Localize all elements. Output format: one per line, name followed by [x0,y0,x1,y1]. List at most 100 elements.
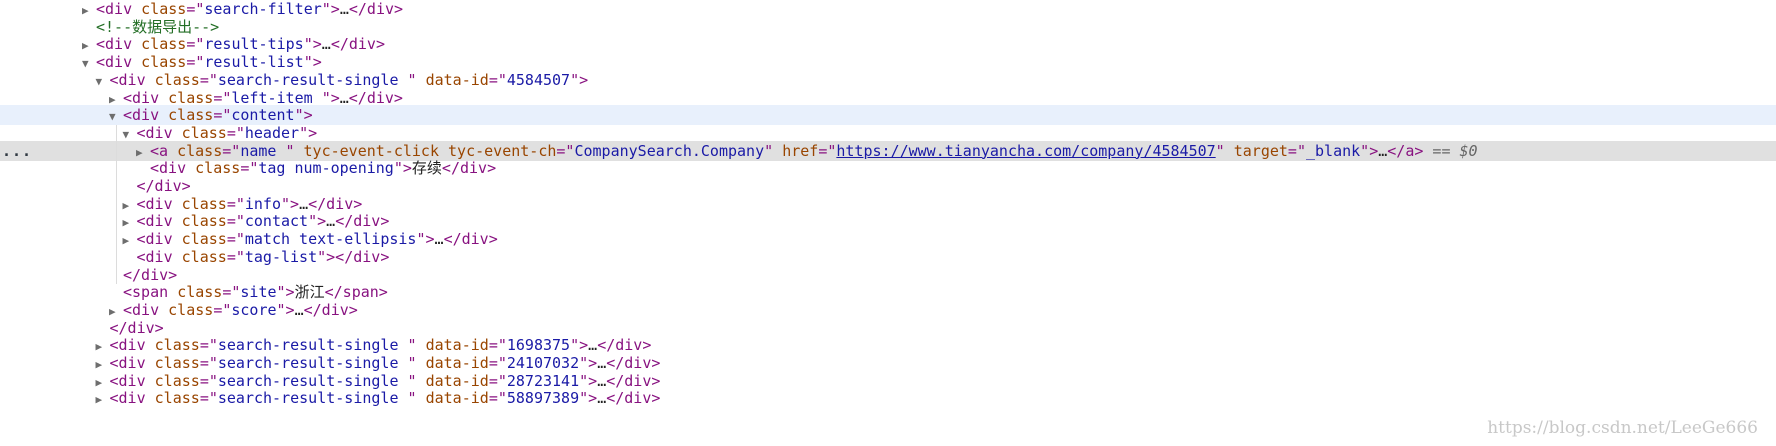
attribute-name: class [181,212,227,231]
attribute-name: class [181,123,227,142]
comment-node: <!--数据导出--> [96,17,220,36]
attribute-name: class [195,159,241,178]
tag-token: <div [109,70,155,89]
text-node: … [434,230,444,249]
tag-token: "> [299,123,318,142]
tag-token: =" [226,212,245,231]
attribute-name: data-id [425,389,489,408]
tag-token: =" [213,106,232,125]
attribute-value: tag num-opening [258,159,394,178]
tag-token: =" [818,141,837,160]
tag-token: </div> [109,318,164,337]
attribute-value: site [240,283,277,302]
tag-token: " [285,141,304,160]
attribute-value: info [244,194,281,213]
text-node: … [321,35,331,54]
attribute-name: class [168,106,214,125]
tag-token: </div> [303,300,358,319]
tag-token: =" [226,123,245,142]
tag-token: " [407,371,426,390]
text-node: … [597,371,607,390]
tag-token: <div [136,123,182,142]
text-node: … [339,0,349,18]
tag-token: =" [556,141,575,160]
watermark: https://blog.csdn.net/LeeGe666 [1487,418,1758,438]
tag-token: =" [213,300,232,319]
tag-token: <div [123,300,169,319]
tag-token: =" [186,35,205,54]
tag-token: =" [240,159,259,178]
attribute-name: class [141,35,187,54]
tag-token: </span> [324,283,388,302]
tag-token: =" [186,53,205,72]
attribute-name: data-id [425,371,489,390]
tag-token: <div [136,247,182,266]
text-node: … [1378,141,1388,160]
tag-token: "> [303,53,322,72]
tag-token: "> [303,35,322,54]
attribute-value: search-result-single [217,389,408,408]
tag-token: </div> [335,212,390,231]
tag-token: =" [199,389,218,408]
attribute-name: data-id [425,336,489,355]
tag-token: </div> [348,88,403,107]
text-node: … [597,354,607,372]
attribute-name: tyc-event-click tyc-event-ch [303,141,557,160]
tag-token: "> [294,106,313,125]
tag-token: </div> [597,336,652,355]
attribute-name: href [782,141,819,160]
attribute-value: tag-list [244,247,318,266]
expand-triangle-icon[interactable]: ▶ [96,390,110,410]
href-link[interactable]: https://www.tianyancha.com/company/45845… [836,142,1215,160]
text-node: 浙江 [294,283,325,302]
text-node: … [326,212,336,231]
tag-token: <div [96,35,142,54]
tag-token: </div> [441,159,497,178]
tag-token: <div [96,0,142,18]
tag-token: =" [226,194,245,213]
tag-token: "> [570,70,589,89]
attribute-value: result-tips [204,35,304,54]
tag-token: =" [199,354,218,372]
tag-token: "> [321,88,340,107]
tag-token: =" [222,141,241,160]
tag-token: "> [321,0,340,18]
tag-token: <div [96,53,142,72]
attribute-name: class [181,194,227,213]
attribute-name: class [168,300,214,319]
dom-node-row[interactable]: ▶ <div class="search-result-single " data… [0,388,1776,408]
tag-token: </div> [348,0,404,18]
tag-token: </div> [606,354,661,372]
attribute-name: class [154,70,200,89]
attribute-name: data-id [425,70,489,89]
attribute-name: class [177,283,223,302]
tag-token: </div> [606,389,661,408]
tag-token: =" [199,371,218,390]
tag-token: "> [393,159,412,178]
attribute-name: class [181,230,227,249]
tag-token: </div> [136,177,191,195]
text-node: 存续 [411,159,442,178]
text-node: … [597,389,607,408]
attribute-name: class [168,88,214,107]
tag-token: "> [579,371,598,390]
tag-token: <div [109,389,155,408]
tag-token: <a [150,141,178,160]
tag-token: "> [570,336,589,355]
attribute-value: search-result-single [217,371,408,390]
tag-token: </div> [123,265,178,284]
tag-token: "> [276,300,295,319]
tag-token: =" [488,371,507,390]
tag-token: <div [136,230,182,249]
tag-token: "></div> [317,247,390,266]
text-node: … [294,300,304,319]
tag-token: <div [123,88,169,107]
attribute-name: class [154,389,200,408]
tag-token: " [764,141,783,160]
tag-token: <div [136,194,182,213]
tag-token: "> [579,354,598,372]
attribute-value: search-result-single [217,354,408,372]
tag-token: =" [226,230,245,249]
tag-token: =" [488,354,507,372]
attribute-value: CompanySearch.Company [574,141,765,160]
